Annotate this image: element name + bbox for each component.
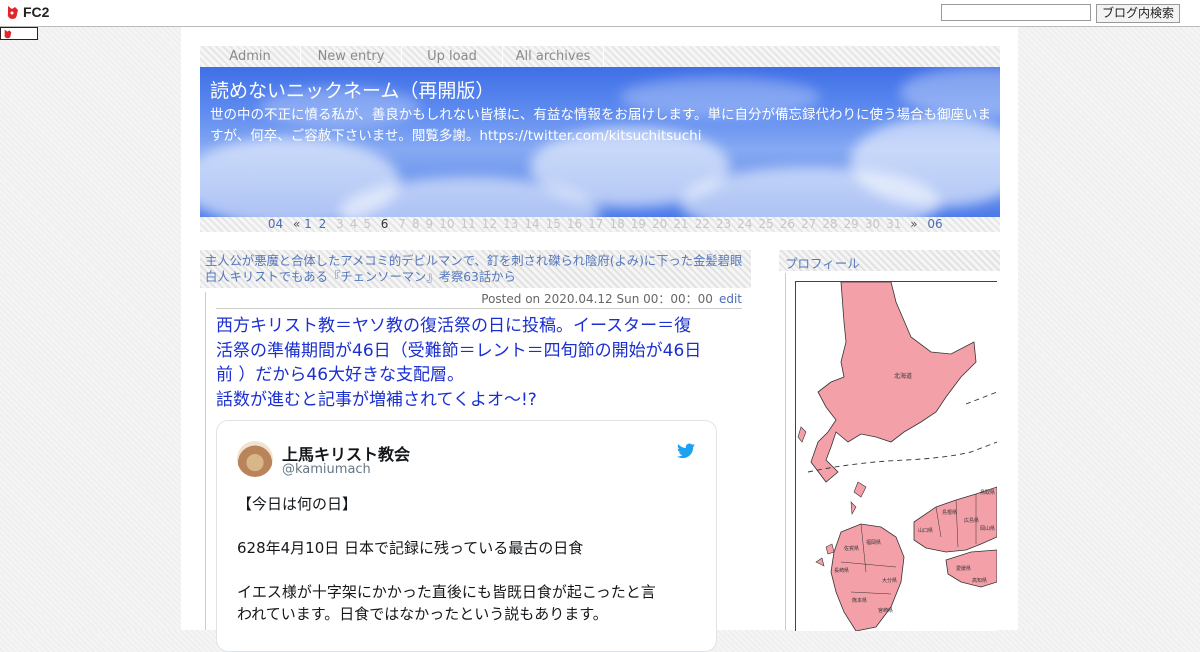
calendar-next-month[interactable]: 06 (927, 217, 942, 232)
profile-map-image[interactable]: 北海道 山口県 島根県 広島県 鳥取県 岡山県 福岡県 佐賀県 長崎県 大分県 … (795, 281, 997, 631)
headline-line: 西方キリスト教＝ヤソ教の復活祭の日に投稿。イースター＝復 (216, 316, 692, 336)
nav-all-archives[interactable]: All archives (503, 46, 604, 67)
map-label: 熊本県 (852, 597, 867, 604)
calendar-day: 4 (349, 217, 358, 231)
calendar-day: 11 (460, 217, 476, 231)
map-label: 鳥取県 (980, 489, 995, 496)
calendar-day: 28 (822, 217, 838, 231)
fc2-header-bar: FC2 ブログ内検索 (0, 0, 1200, 27)
sidebar-title-bar: プロフィール (779, 250, 1000, 271)
calendar-next-arrow[interactable]: » (910, 217, 917, 232)
map-label: 大分県 (882, 577, 897, 584)
nav-admin[interactable]: Admin (200, 46, 301, 67)
calendar-day[interactable]: 2 (319, 217, 327, 232)
tweet-text-line: 628年4月10日 日本で記録に残っている最古の日食 (237, 539, 584, 557)
calendar-day: 18 (609, 217, 625, 231)
blog-description: 世の中の不正に憤る私が、善良かもしれない皆様に、有益な情報をお届けします。単に自… (210, 107, 991, 144)
map-label: 島根県 (942, 509, 957, 516)
tweet-text-line: イエス様が十字架にかかった直後にも皆既日食が起こったと言 (237, 583, 656, 601)
calendar-day: 3 (336, 217, 344, 231)
calendar-day: 10 (439, 217, 455, 231)
calendar-prev-month[interactable]: 04 (268, 217, 283, 232)
japan-map: 北海道 山口県 島根県 広島県 鳥取県 岡山県 福岡県 佐賀県 長崎県 大分県 … (797, 282, 997, 631)
entry-headline: 西方キリスト教＝ヤソ教の復活祭の日に投稿。イースター＝復 活祭の準備期間が46日… (216, 314, 736, 412)
tweet-text-line: 【今日は何の日】 (237, 495, 358, 513)
calendar-day: 12 (481, 217, 498, 231)
avatar[interactable] (237, 441, 273, 477)
map-label: 愛媛県 (956, 565, 971, 572)
blog-title[interactable]: 読めないニックネーム（再開版） (210, 76, 494, 103)
map-label: 宮崎県 (878, 607, 893, 614)
calendar-day: 31 (886, 217, 902, 231)
blog-header: 読めないニックネーム（再開版） 世の中の不正に憤る私が、善良かもしれない皆様に、… (200, 67, 1000, 217)
calendar-day: 22 (694, 217, 710, 231)
map-label: 広島県 (964, 517, 979, 524)
map-label: 高知県 (972, 577, 987, 584)
blog-search-button[interactable]: ブログ内検索 (1096, 4, 1180, 23)
map-label: 福岡県 (866, 539, 881, 546)
calendar-day: 20 (652, 217, 668, 231)
calendar-day: 5 (363, 217, 371, 231)
tweet-author-handle[interactable]: @kamiumach (282, 462, 371, 477)
calendar-day: 7 (398, 217, 406, 231)
calendar-day: 25 (758, 217, 774, 231)
entry-posted-date: Posted on 2020.04.12 Sun 00：00：00 (481, 292, 713, 306)
calendar-day: 17 (588, 217, 604, 231)
calendar-day: 19 (630, 217, 646, 231)
calendar-day[interactable]: 1 (304, 217, 312, 232)
fc2-mini-icon (4, 29, 12, 39)
fc2-logo-text: FC2 (23, 4, 50, 20)
fc2-logo[interactable]: FC2 (6, 4, 49, 20)
calendar-bar: 04 « 1 2 345 6 7 8 9 10 11 12 13 14 15 16 17 18 19 20… (200, 217, 1000, 232)
calendar-day: 13 (503, 217, 519, 231)
calendar-day: 27 (800, 217, 817, 231)
calendar-day: 26 (779, 217, 795, 231)
embedded-tweet[interactable]: 上馬キリスト教会 @kamiumach 【今日は何の日】 628年4月10日 日… (216, 420, 717, 652)
map-label: 山口県 (918, 527, 933, 534)
calendar-day: 14 (524, 217, 540, 231)
entry-meta: Posted on 2020.04.12 Sun 00：00：00 edit (216, 292, 742, 309)
map-hokkaido (810, 282, 977, 483)
calendar-day: 8 (411, 217, 420, 231)
fc2-logo-icon (7, 5, 18, 19)
headline-line: 話数が進むと記事が増補されてくよオ～!? (216, 389, 537, 410)
nav-new-entry[interactable]: New entry (301, 46, 402, 67)
map-label: 佐賀県 (844, 545, 859, 552)
sidebar-title: プロフィール (785, 256, 860, 271)
calendar-day: 24 (737, 217, 753, 231)
nav-upload[interactable]: Up load (402, 46, 503, 67)
blog-nav: Admin New entry Up load All archives (200, 46, 1000, 67)
calendar-day: 15 (545, 217, 561, 231)
headline-line: 活祭の準備期間が46日（受難節＝レント＝四旬節の開始が46日 (216, 340, 702, 361)
calendar-day: 16 (566, 217, 583, 231)
calendar-day: 23 (715, 217, 732, 231)
calendar-day: 21 (673, 217, 689, 231)
calendar-prev-arrow[interactable]: « (293, 217, 300, 232)
tweet-text-line: われています。日食ではなかったという説もあります。 (237, 605, 608, 623)
entry-title[interactable]: 主人公が悪魔と合体したアメコミ的デビルマンで、釘を刺され磔られ陰府(よみ)に下っ… (205, 253, 745, 285)
calendar-current-day[interactable]: 6 (381, 217, 389, 232)
headline-line: 前 ）だから46大好きな支配層。 (216, 365, 465, 385)
calendar-day: 29 (843, 217, 859, 231)
entry-title-bar: 主人公が悪魔と合体したアメコミ的デビルマンで、釘を刺され磔られ陰府(よみ)に下っ… (200, 250, 751, 288)
entry-edit-link[interactable]: edit (719, 292, 742, 306)
calendar-day: 9 (425, 217, 434, 231)
map-label: 北海道 (894, 372, 912, 380)
fc2-mini-badge[interactable] (0, 27, 38, 40)
map-label: 長崎県 (834, 567, 849, 574)
calendar-day: 30 (864, 217, 881, 231)
blog-search-input[interactable] (941, 4, 1091, 21)
twitter-bird-icon[interactable] (677, 443, 695, 459)
map-label: 岡山県 (980, 525, 995, 532)
